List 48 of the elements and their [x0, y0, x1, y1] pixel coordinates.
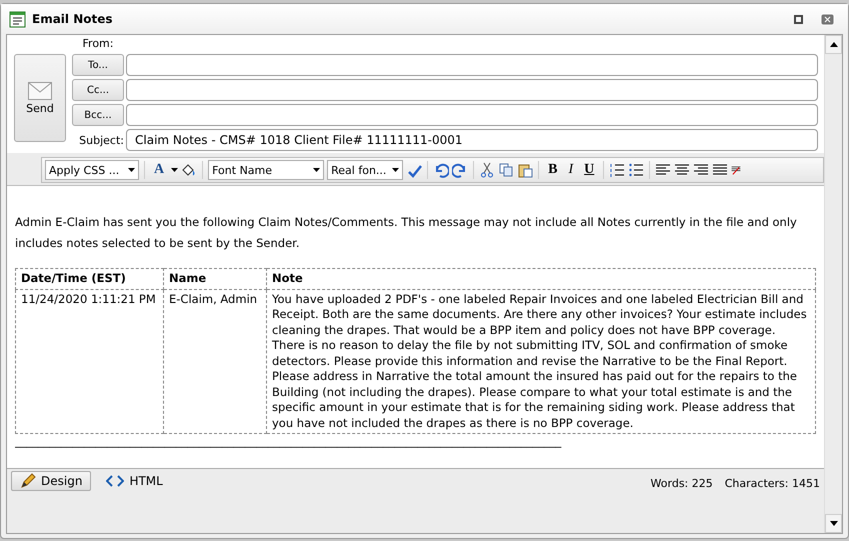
recipient-field[interactable] [126, 79, 818, 101]
design-tab[interactable]: Design [11, 471, 92, 491]
paint-bucket-icon[interactable] [181, 162, 198, 178]
font-size-dropdown[interactable]: Real fon... [327, 160, 404, 180]
table-cell: E-Claim, Admin [164, 289, 266, 434]
copy-icon[interactable] [498, 162, 514, 178]
subject-field[interactable]: Claim Notes - CMS# 1018 Client File# 11111111-0001 [126, 129, 818, 151]
recipient-button[interactable]: Bcc... [72, 104, 124, 126]
subject-label: Subject: [78, 134, 124, 146]
table-cell: 11/24/2020 1:11:21 PM [16, 289, 164, 434]
scrollbar[interactable] [824, 35, 842, 533]
caret-icon [128, 168, 135, 172]
underline-button[interactable]: U [580, 162, 598, 178]
scissors-icon[interactable] [479, 162, 496, 178]
caret-icon [171, 168, 178, 172]
bullet-list-icon[interactable] [628, 162, 644, 178]
font-color-button[interactable]: A [150, 162, 168, 178]
bold-button[interactable]: B [544, 162, 562, 178]
code-icon [106, 475, 124, 487]
from-label: From: [82, 37, 114, 51]
clipboard-icon[interactable] [517, 162, 534, 178]
recipient-button[interactable]: Cc... [72, 79, 124, 101]
column-header: Date/Time (EST) [16, 268, 164, 289]
recipient-button[interactable]: To... [72, 54, 124, 76]
caret-icon [392, 168, 400, 172]
close-icon[interactable] [821, 14, 834, 24]
css-class-dropdown[interactable]: Apply CSS ... [45, 160, 139, 180]
character-count: Characters: 1451 [724, 477, 820, 490]
notes-icon [9, 10, 26, 28]
numbered-list-icon[interactable] [609, 162, 626, 178]
column-header: Name [164, 268, 266, 289]
word-count: Words: 225 [650, 477, 713, 490]
undo-icon[interactable] [433, 162, 450, 178]
send-button[interactable]: Send [14, 54, 66, 142]
italic-button[interactable]: I [564, 162, 578, 178]
envelope-icon [28, 82, 52, 100]
intro-paragraph: Admin E-Claim has sent you the following Claim Notes/Comments. This message may not include all Notes currently in the file and only includes notes selected to be sent by the Sender. [15, 214, 798, 252]
column-header: Note [266, 268, 816, 289]
recipient-field[interactable] [126, 104, 818, 126]
window-title: Email Notes [32, 12, 114, 26]
pencil-icon [20, 473, 36, 489]
maximize-icon[interactable] [794, 14, 803, 24]
font-name-dropdown[interactable]: Font Name [208, 160, 324, 180]
html-tab[interactable]: HTML [97, 471, 172, 491]
table-cell: You have uploaded 2 PDF's - one labeled Repair Invoices and one labeled Electrician Bill and Receipt. Both are the same documents. Are there any other invoices? Your estimate includes cleaning the drapes. That would be a BPP item and policy does not have BPP coverage. There is no reason to delay the file by not submitting ITV, SOL and confirmation of smoke detectors. Please provide this information and revise the Narrative to be the Final Report. Please address in Narrative the total amount the insured has paid out for the repairs to the Building (not including the drapes). Please compare to what your total estimate is and the specific amount in your estimate that is for the remaining siding work. Please address that you have not included the drapes as there is no BPP coverage. [266, 289, 816, 434]
caret-icon [313, 168, 320, 172]
recipient-field[interactable] [126, 54, 818, 76]
underscore-rule: _______________________________________________________________________________________________ [15, 434, 562, 448]
